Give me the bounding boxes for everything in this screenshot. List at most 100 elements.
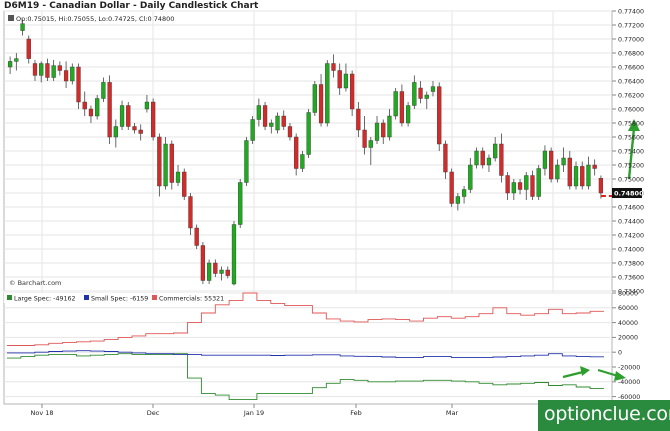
candle-body (356, 108, 361, 131)
price-tick-label: 0.73800 (618, 260, 644, 267)
candle-body (350, 73, 355, 110)
cot-tick-label: -40000 (618, 379, 640, 386)
candle-body (393, 91, 398, 117)
x-tick-label: Dec (147, 409, 160, 417)
candle-body (175, 171, 181, 183)
candle-body (542, 150, 548, 169)
attribution: © Barchart.com (9, 279, 61, 287)
cot-legend-swatch (84, 295, 89, 300)
candle-body (287, 126, 293, 138)
candle-body (430, 86, 436, 92)
candle-body (275, 115, 280, 131)
candle-body (455, 196, 460, 204)
price-tick-label: 0.75600 (618, 134, 644, 141)
candle-body (281, 115, 286, 127)
candle-body (231, 224, 237, 285)
candle-body (144, 101, 150, 110)
cot-legend-swatch (7, 295, 12, 300)
candle-body (461, 189, 467, 197)
candle-body (151, 101, 156, 138)
price-tick-label: 0.74400 (618, 218, 644, 225)
candle-body (580, 166, 585, 187)
cot-legend-label: Commercials: 55321 (159, 296, 224, 303)
candle-body (449, 171, 454, 204)
cot-legend-swatch (152, 295, 157, 300)
candle-body (101, 82, 106, 99)
candle-body (381, 122, 386, 138)
last-price-label: 0.74800 (614, 190, 644, 198)
price-tick-label: 0.76200 (618, 92, 644, 99)
candle-body (530, 175, 535, 197)
candle-body (26, 38, 31, 59)
candle-body (573, 166, 579, 187)
candle-body (592, 164, 597, 169)
candle-body (269, 122, 274, 127)
candle-body (418, 87, 423, 99)
x-axis: Nov 18DecJan 19FebMarApr (30, 404, 559, 417)
candle-body (318, 84, 324, 124)
candle-body (549, 150, 554, 180)
candle-body (524, 175, 529, 190)
candle-body (200, 245, 206, 281)
candle-body (206, 262, 212, 281)
brand-badge: optionclue.com (538, 400, 670, 431)
price-tick-label: 0.74600 (618, 204, 644, 211)
price-tick-label: 0.76800 (618, 50, 644, 57)
cot-legend-label: Small Spec: -6159 (91, 296, 148, 303)
candle-body (213, 262, 218, 274)
candle-body (555, 164, 560, 180)
cot-tick-label: 80000 (618, 290, 638, 297)
candle-body (238, 182, 243, 225)
candle-body (182, 171, 187, 197)
candle-body (337, 70, 342, 89)
cot-tick-label: -20000 (618, 364, 640, 371)
candle-body (119, 105, 125, 127)
candle-body (76, 66, 81, 103)
candle-body (405, 105, 411, 124)
price-tick-label: 0.76400 (618, 78, 644, 85)
candle-body (343, 73, 349, 89)
candle-body (88, 108, 94, 117)
candle-body (567, 157, 572, 187)
candle-body (14, 58, 19, 62)
candle-body (499, 143, 504, 176)
cot-legend: Large Spec: -49162 Small Spec: -6159 Comme… (4, 293, 224, 303)
candle-body (138, 129, 143, 134)
candle-body (7, 61, 13, 68)
candle-body (39, 63, 44, 76)
price-tick-label: 0.74200 (618, 232, 644, 239)
chart-canvas: Op:0.75015, Hi:0.75055, Lo:0.74725, Cl:0… (3, 8, 644, 417)
candle-body (493, 143, 498, 159)
ohlc-label-swatch (8, 15, 14, 21)
candle-body (126, 105, 131, 127)
price-tick-label: 0.75400 (618, 148, 644, 155)
candle-body (294, 136, 299, 169)
candle-body (536, 168, 541, 197)
candle-body (312, 84, 317, 113)
candle-body (586, 164, 591, 187)
candle-body (486, 157, 492, 166)
candle-body (188, 196, 193, 229)
candle-body (82, 101, 87, 110)
candle-body (194, 227, 199, 246)
candle-body (132, 126, 137, 131)
candle-body (300, 154, 305, 169)
ohlc-label: Op:0.75015, Hi:0.75055, Lo:0.74725, Cl:0… (16, 15, 174, 23)
candle-body (225, 269, 230, 276)
candle-body (517, 182, 523, 190)
candle-body (362, 129, 367, 148)
candle-body (598, 178, 604, 194)
price-tick-label: 0.77400 (618, 8, 644, 15)
candle-body (374, 122, 380, 141)
candle-body (256, 105, 261, 120)
candle-body (331, 63, 336, 71)
brand-text: optionclue.com (544, 403, 670, 425)
cot-y-axis: 800006000040000200000-20000-40000-60000 (612, 290, 640, 401)
price-tick-label: 0.75800 (618, 120, 644, 127)
candle-body (424, 94, 429, 99)
candle-body (95, 98, 100, 117)
candle-body (511, 182, 516, 194)
x-tick-label: Mar (446, 409, 459, 417)
price-y-axis: 0.77400 0.77200 0.77000 0.76800 0.76600 0.764… (612, 8, 644, 295)
candle-body (169, 143, 174, 183)
